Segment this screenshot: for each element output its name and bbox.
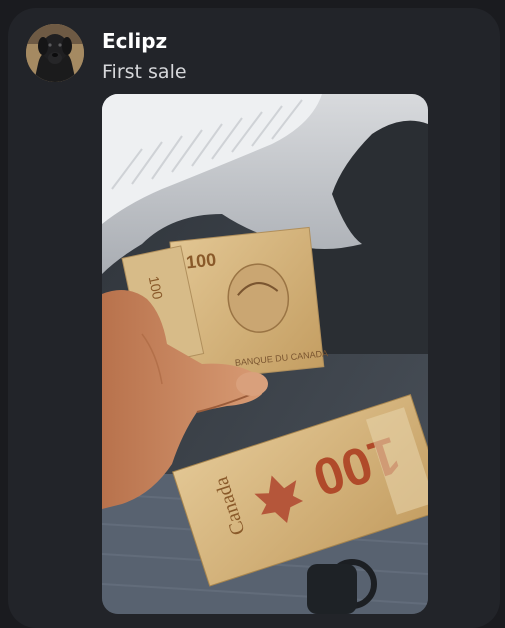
photo-canadian-banknotes: 100 BANQUE DU CANADA 100 100 Canada xyxy=(102,94,428,614)
svg-text:100: 100 xyxy=(185,249,217,272)
attached-photo[interactable]: 100 BANQUE DU CANADA 100 100 Canada xyxy=(102,94,428,614)
user-avatar[interactable] xyxy=(26,24,84,82)
author-name[interactable]: Eclipz xyxy=(102,28,167,54)
message-text: First sale xyxy=(102,61,187,83)
dog-avatar-icon xyxy=(26,24,84,82)
